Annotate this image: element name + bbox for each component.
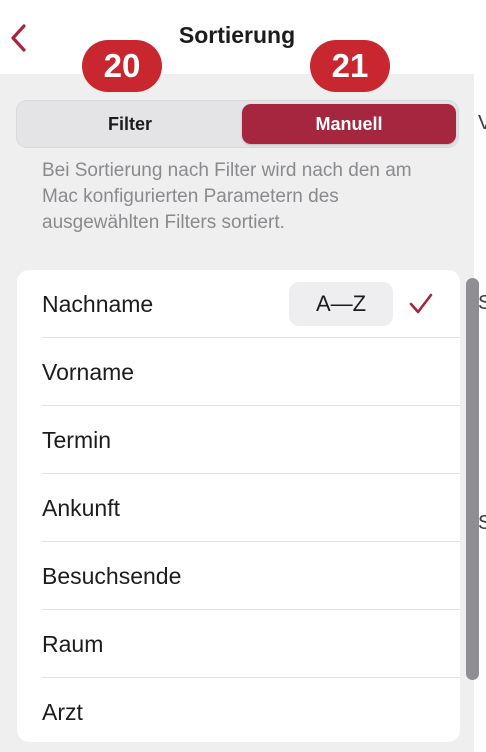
sort-option-label: Arzt bbox=[42, 698, 83, 725]
background-edge-glyph: S bbox=[478, 292, 486, 314]
sort-option-besuchsende[interactable]: Besuchsende bbox=[17, 542, 460, 610]
sort-option-label: Raum bbox=[42, 630, 104, 657]
segment-filter[interactable]: Filter bbox=[21, 104, 239, 144]
sort-option-label: Termin bbox=[42, 426, 112, 453]
page-title: Sortierung bbox=[178, 22, 296, 48]
annotation-badge-20: 20 bbox=[82, 40, 162, 92]
sort-info-text: Bei Sortierung nach Filter wird nach den… bbox=[42, 160, 412, 233]
sort-mode-segmented-control: Filter Manuell bbox=[16, 100, 459, 148]
navigation-header: Sortierung bbox=[0, 0, 474, 74]
background-edge-glyph: S bbox=[478, 512, 486, 534]
sort-option-label: Ankunft bbox=[42, 494, 120, 521]
sort-option-termin[interactable]: Termin bbox=[17, 406, 460, 474]
sort-order-toggle[interactable]: A—Z bbox=[289, 282, 393, 326]
sort-option-ankunft[interactable]: Ankunft bbox=[17, 474, 460, 542]
background-edge-glyph: V bbox=[478, 112, 486, 134]
sort-option-raum[interactable]: Raum bbox=[17, 610, 460, 678]
sort-option-nachname[interactable]: Nachname A—Z bbox=[17, 270, 460, 338]
sort-options-list: Nachname A—Z Vorname Termin Ankunft Besu… bbox=[17, 270, 460, 742]
sort-option-label: Vorname bbox=[42, 358, 135, 385]
sort-option-vorname[interactable]: Vorname bbox=[17, 338, 460, 406]
sort-option-arzt[interactable]: Arzt bbox=[17, 678, 460, 742]
annotation-badge-21: 21 bbox=[310, 40, 390, 92]
sort-option-label: Besuchsende bbox=[42, 562, 182, 589]
checkmark-icon bbox=[409, 293, 433, 314]
scrollbar[interactable] bbox=[466, 278, 479, 680]
sort-option-label: Nachname bbox=[42, 290, 154, 317]
segment-manuell[interactable]: Manuell bbox=[242, 104, 456, 144]
